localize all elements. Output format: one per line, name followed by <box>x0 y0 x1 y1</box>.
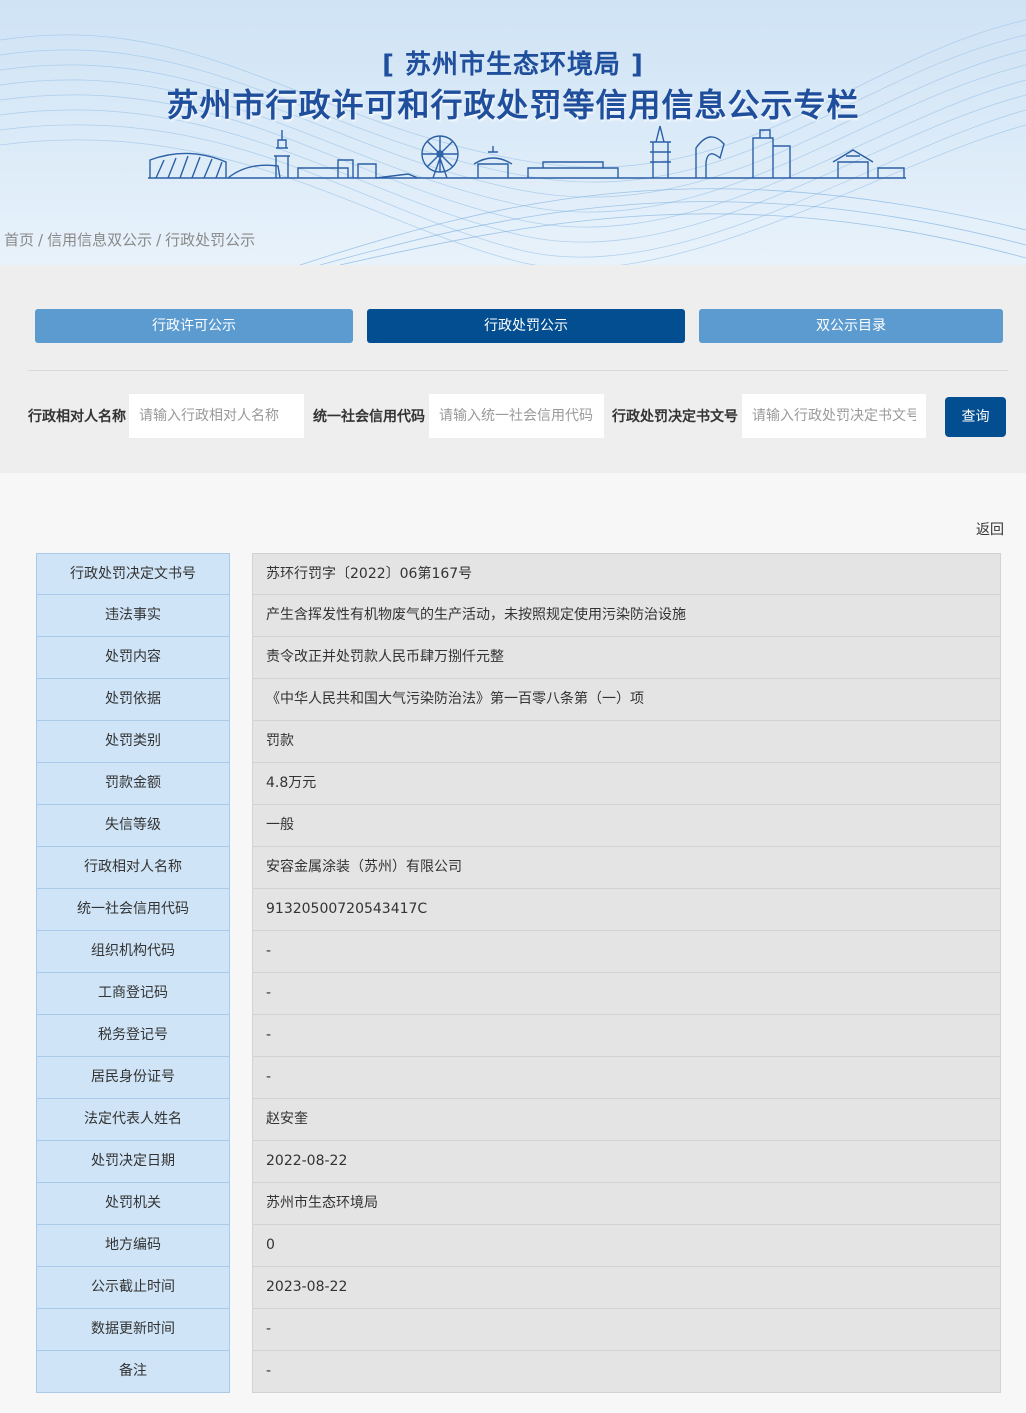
field-value: 4.8万元 <box>252 763 1001 805</box>
field-value: 《中华人民共和国大气污染防治法》第一百零八条第（一）项 <box>252 679 1001 721</box>
breadcrumb-home[interactable]: 首页 <box>4 231 34 249</box>
field-label: 公示截止时间 <box>36 1267 230 1309</box>
name-input[interactable] <box>129 394 304 438</box>
field-value: 0 <box>252 1225 1001 1267</box>
field-value: - <box>252 1351 1001 1393</box>
field-label: 处罚机关 <box>36 1183 230 1225</box>
table-row: 处罚机关 苏州市生态环境局 <box>36 1183 1001 1225</box>
tab-license-publicity[interactable]: 行政许可公示 <box>35 309 353 343</box>
name-field-label: 行政相对人名称 <box>28 409 126 425</box>
table-row: 违法事实 产生含挥发性有机物废气的生产活动，未按照规定使用污染防治设施 <box>36 595 1001 637</box>
field-label: 法定代表人姓名 <box>36 1099 230 1141</box>
field-value: 一般 <box>252 805 1001 847</box>
field-label: 统一社会信用代码 <box>36 889 230 931</box>
breadcrumb: 首页 / 信用信息双公示 / 行政处罚公示 <box>4 229 255 250</box>
table-row: 居民身份证号 - <box>36 1057 1001 1099</box>
table-row: 罚款金额 4.8万元 <box>36 763 1001 805</box>
field-value: - <box>252 1309 1001 1351</box>
field-label: 居民身份证号 <box>36 1057 230 1099</box>
field-label: 行政处罚决定文书号 <box>36 553 230 595</box>
header-banner: [ 苏州市生态环境局 ] 苏州市行政许可和行政处罚等信用信息公示专栏 首页 / … <box>0 0 1026 265</box>
field-value: 安容金属涂装（苏州）有限公司 <box>252 847 1001 889</box>
decision-number-field-label: 行政处罚决定书文号 <box>612 409 738 425</box>
table-row: 处罚内容 责令改正并处罚款人民币肆万捌仟元整 <box>36 637 1001 679</box>
field-value: - <box>252 973 1001 1015</box>
table-row: 行政相对人名称 安容金属涂装（苏州）有限公司 <box>36 847 1001 889</box>
table-row: 处罚类别 罚款 <box>36 721 1001 763</box>
tab-penalty-publicity[interactable]: 行政处罚公示 <box>367 309 685 343</box>
city-skyline-graphic <box>148 125 906 179</box>
field-value: 责令改正并处罚款人民币肆万捌仟元整 <box>252 637 1001 679</box>
field-label: 地方编码 <box>36 1225 230 1267</box>
back-link[interactable]: 返回 <box>976 519 1004 539</box>
decision-number-input[interactable] <box>742 394 926 438</box>
table-row: 税务登记号 - <box>36 1015 1001 1057</box>
field-label: 处罚依据 <box>36 679 230 721</box>
field-label: 处罚决定日期 <box>36 1141 230 1183</box>
field-label: 数据更新时间 <box>36 1309 230 1351</box>
field-value: - <box>252 931 1001 973</box>
field-value: 产生含挥发性有机物废气的生产活动，未按照规定使用污染防治设施 <box>252 595 1001 637</box>
table-row: 地方编码 0 <box>36 1225 1001 1267</box>
field-label: 处罚类别 <box>36 721 230 763</box>
table-row: 行政处罚决定文书号 苏环行罚字〔2022〕06第167号 <box>36 553 1001 595</box>
breadcrumb-current: 行政处罚公示 <box>165 231 256 249</box>
table-row: 备注 - <box>36 1351 1001 1393</box>
table-row: 法定代表人姓名 赵安奎 <box>36 1099 1001 1141</box>
field-value: 苏州市生态环境局 <box>252 1183 1001 1225</box>
detail-content: 返回 行政处罚决定文书号 苏环行罚字〔2022〕06第167号 违法事实 产生含挥发性… <box>0 491 1026 1413</box>
field-label: 处罚内容 <box>36 637 230 679</box>
field-value: - <box>252 1057 1001 1099</box>
divider <box>28 370 1008 371</box>
banner-subtitle: [ 苏州市生态环境局 ] <box>382 50 644 80</box>
table-row: 工商登记码 - <box>36 973 1001 1015</box>
table-row: 组织机构代码 - <box>36 931 1001 973</box>
table-row: 统一社会信用代码 91320500720543417C <box>36 889 1001 931</box>
credit-code-input[interactable] <box>429 394 604 438</box>
table-row: 失信等级 一般 <box>36 805 1001 847</box>
field-label: 罚款金额 <box>36 763 230 805</box>
breadcrumb-separator: / <box>38 231 44 249</box>
tab-double-publicity-catalog[interactable]: 双公示目录 <box>699 309 1003 343</box>
credit-code-field-label: 统一社会信用代码 <box>313 409 425 425</box>
field-label: 工商登记码 <box>36 973 230 1015</box>
field-value: 91320500720543417C <box>252 889 1001 931</box>
field-value: 罚款 <box>252 721 1001 763</box>
field-value: - <box>252 1015 1001 1057</box>
table-row: 公示截止时间 2023-08-22 <box>36 1267 1001 1309</box>
field-label: 组织机构代码 <box>36 931 230 973</box>
query-button[interactable]: 查询 <box>945 397 1006 437</box>
table-row: 处罚决定日期 2022-08-22 <box>36 1141 1001 1183</box>
field-value: 2022-08-22 <box>252 1141 1001 1183</box>
field-label: 失信等级 <box>36 805 230 847</box>
field-label: 行政相对人名称 <box>36 847 230 889</box>
search-panel: 行政许可公示 行政处罚公示 双公示目录 行政相对人名称 统一社会信用代码 行政处… <box>0 265 1026 473</box>
table-row: 数据更新时间 - <box>36 1309 1001 1351</box>
field-label: 违法事实 <box>36 595 230 637</box>
field-label: 税务登记号 <box>36 1015 230 1057</box>
breadcrumb-level2[interactable]: 信用信息双公示 <box>47 231 152 249</box>
field-value: 苏环行罚字〔2022〕06第167号 <box>252 553 1001 595</box>
breadcrumb-separator: / <box>156 231 162 249</box>
field-value: 赵安奎 <box>252 1099 1001 1141</box>
table-row: 处罚依据 《中华人民共和国大气污染防治法》第一百零八条第（一）项 <box>36 679 1001 721</box>
field-value: 2023-08-22 <box>252 1267 1001 1309</box>
field-label: 备注 <box>36 1351 230 1393</box>
